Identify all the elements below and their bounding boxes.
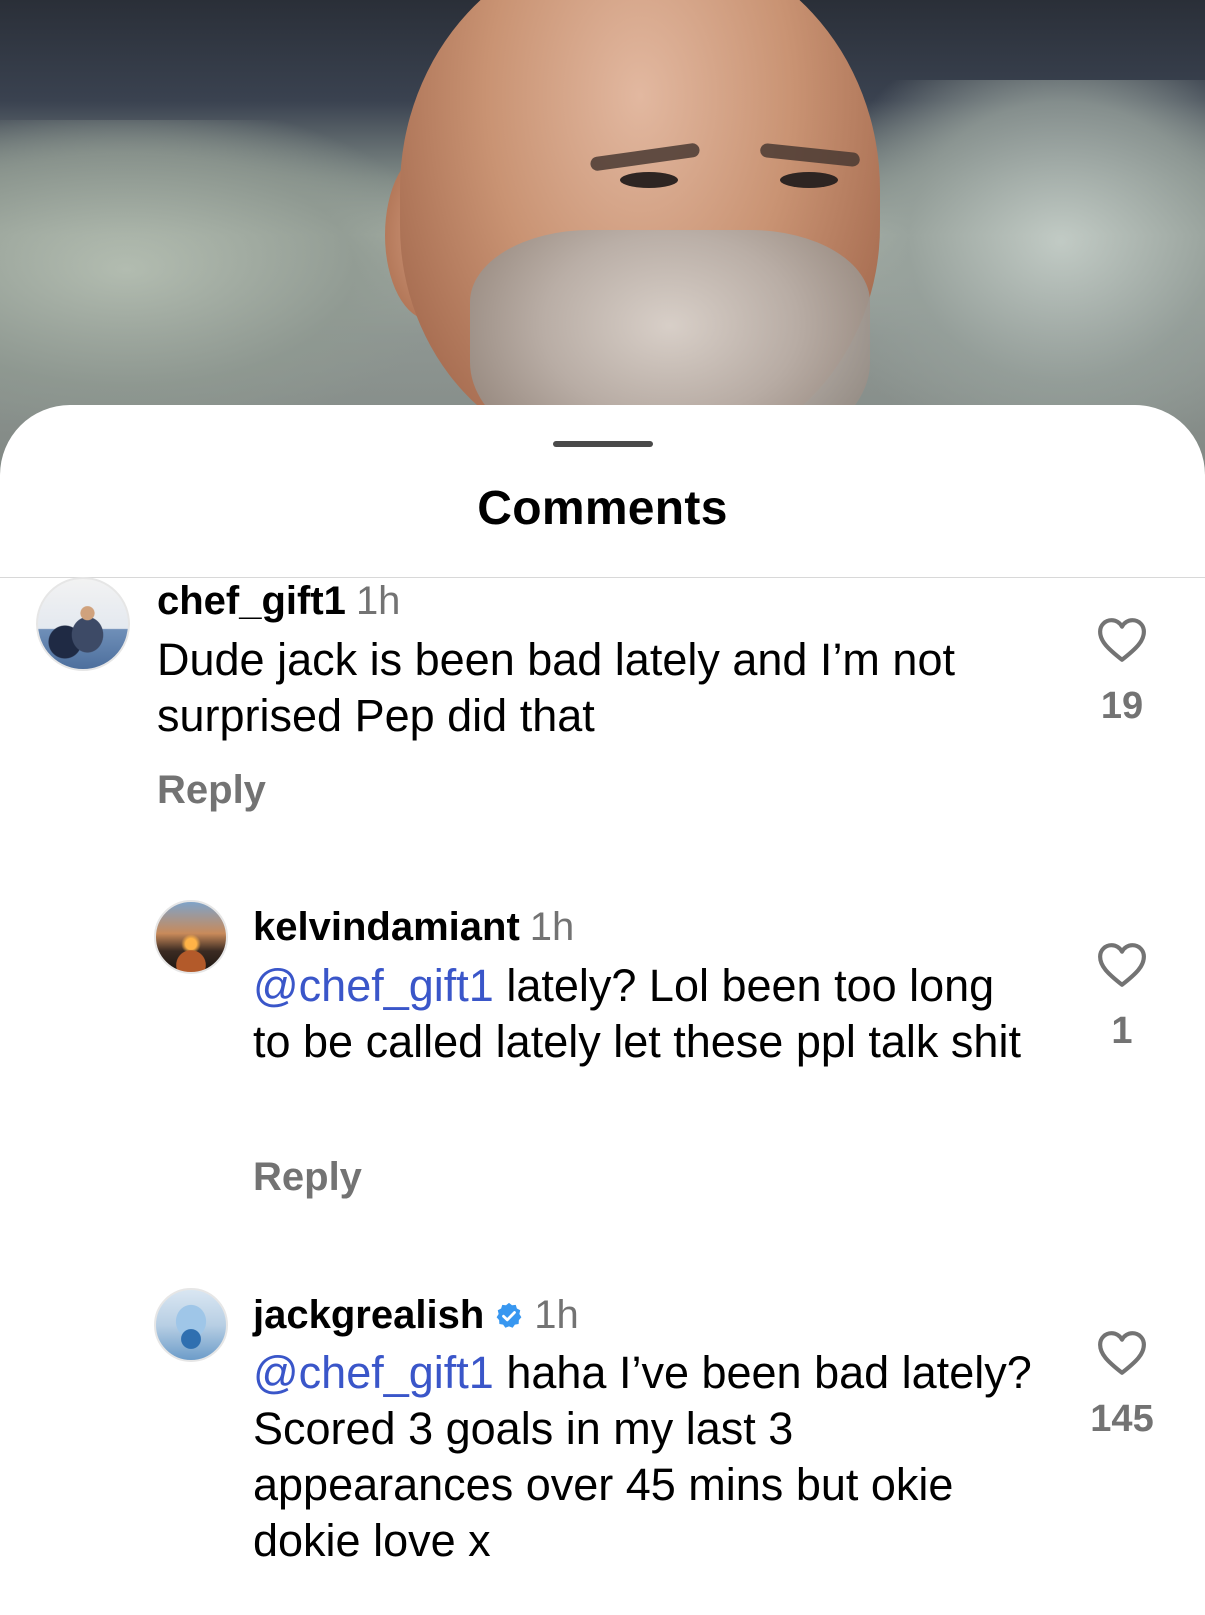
comment-username[interactable]: jackgrealish <box>253 1293 484 1337</box>
like-control: 145 <box>1062 1330 1182 1441</box>
photo-background-left <box>0 120 420 420</box>
comment-header: jackgrealish 1h <box>253 1293 579 1337</box>
heart-icon[interactable] <box>1097 1330 1147 1376</box>
photo-right-eye <box>780 172 838 188</box>
photo-left-eye <box>620 172 678 188</box>
verified-badge-icon <box>496 1302 522 1328</box>
comment-text: @chef_gift1 haha I’ve been bad lately? S… <box>253 1345 1053 1569</box>
comment-timestamp: 1h <box>534 1293 579 1337</box>
comment-mention[interactable]: @chef_gift1 <box>253 1347 494 1398</box>
photo-background-right <box>845 80 1205 440</box>
avatar[interactable] <box>154 1288 228 1362</box>
comment-item: jackgrealish 1h @chef_gift1 haha I’ve be… <box>0 405 1205 1615</box>
like-count: 145 <box>1090 1398 1154 1440</box>
comments-sheet: Comments chef_gift1 1h Dude jack is been … <box>0 405 1205 1615</box>
